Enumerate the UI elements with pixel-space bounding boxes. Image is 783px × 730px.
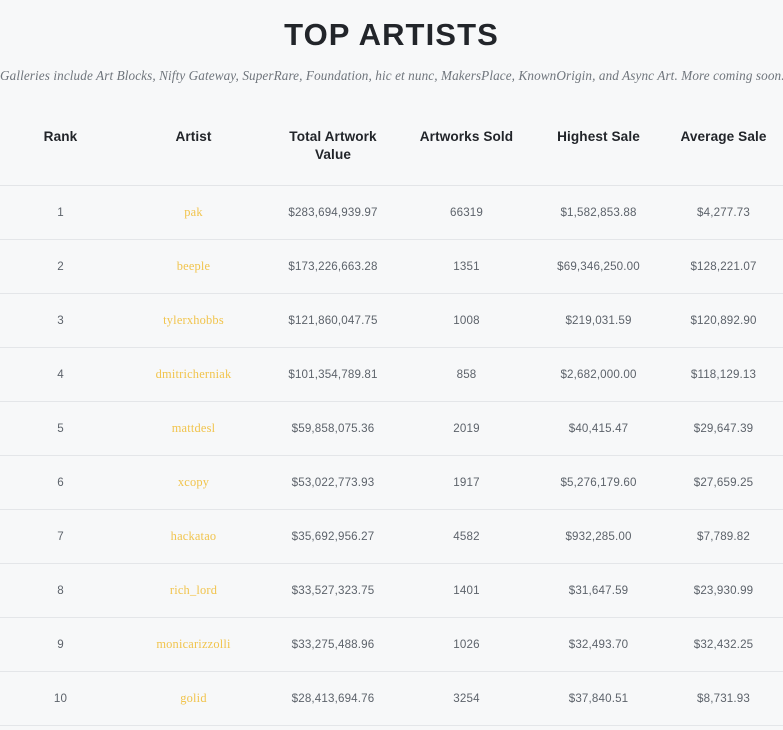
- cell-sold: 1401: [453, 583, 480, 597]
- page-title: TOP ARTISTS: [284, 17, 499, 52]
- table-row[interactable]: 1 pak $283,694,939.97 66319 $1,582,853.88 $4,…: [0, 185, 783, 239]
- cell-average: $120,892.90: [690, 313, 757, 327]
- cell-total: $101,354,789.81: [288, 367, 378, 381]
- cell-total: $33,275,488.96: [291, 637, 375, 651]
- cell-artist: rich_lord: [121, 563, 266, 617]
- cell-highest: $37,840.51: [568, 691, 629, 705]
- cell-average: $32,432.25: [693, 637, 754, 651]
- artist-link[interactable]: beeple: [177, 259, 211, 273]
- cell-rank: 8: [57, 583, 64, 597]
- cell-rank: 3: [57, 313, 64, 327]
- cell-average: $4,277.73: [697, 205, 750, 219]
- cell-artist: mattdesl: [121, 401, 266, 455]
- table-row[interactable]: 3 tylerxhobbs $121,860,047.75 1008 $219,031.…: [0, 293, 783, 347]
- artist-link[interactable]: rich_lord: [170, 583, 217, 597]
- table-body: 1 pak $283,694,939.97 66319 $1,582,853.88 $4,…: [0, 185, 783, 726]
- cell-artist: pak: [121, 185, 266, 239]
- cell-total: $28,413,694.76: [291, 691, 375, 705]
- cell-average: $29,647.39: [693, 421, 754, 435]
- top-artists-table: Rank Artist Total Artwork Value Artworks…: [0, 110, 783, 726]
- artist-link[interactable]: pak: [184, 205, 203, 219]
- cell-rank: 5: [57, 421, 64, 435]
- cell-sold: 2019: [453, 421, 480, 435]
- artist-link[interactable]: xcopy: [178, 475, 209, 489]
- cell-total: $35,692,956.27: [291, 529, 375, 543]
- cell-total: $173,226,663.28: [288, 259, 378, 273]
- cell-highest: $2,682,000.00: [560, 367, 637, 381]
- cell-total: $283,694,939.97: [288, 205, 378, 219]
- column-header-average-sale[interactable]: Average Sale: [664, 110, 783, 185]
- artist-link[interactable]: dmitricherniak: [156, 367, 232, 381]
- cell-highest: $69,346,250.00: [557, 259, 640, 273]
- top-artists-page: TOP ARTISTS Galleries include Art Blocks…: [0, 0, 783, 730]
- cell-highest: $32,493.70: [568, 637, 629, 651]
- table-row[interactable]: 10 golid $28,413,694.76 3254 $37,840.51 $8,73…: [0, 671, 783, 726]
- column-header-rank[interactable]: Rank: [0, 110, 121, 185]
- table-row[interactable]: 7 hackatao $35,692,956.27 4582 $932,285.00 $7…: [0, 509, 783, 563]
- cell-highest: $31,647.59: [568, 583, 629, 597]
- cell-average: $7,789.82: [697, 529, 750, 543]
- cell-total: $59,858,075.36: [291, 421, 375, 435]
- cell-artist: monicarizzolli: [121, 617, 266, 671]
- cell-artist: hackatao: [121, 509, 266, 563]
- cell-artist: xcopy: [121, 455, 266, 509]
- cell-artist: tylerxhobbs: [121, 293, 266, 347]
- cell-artist: beeple: [121, 239, 266, 293]
- artists-table-container: Rank Artist Total Artwork Value Artworks…: [0, 110, 783, 726]
- cell-rank: 1: [57, 205, 64, 219]
- table-row[interactable]: 5 mattdesl $59,858,075.36 2019 $40,415.47 $29…: [0, 401, 783, 455]
- cell-sold: 1351: [453, 259, 480, 273]
- column-header-artist[interactable]: Artist: [121, 110, 266, 185]
- cell-sold: 1026: [453, 637, 480, 651]
- artist-link[interactable]: mattdesl: [172, 421, 216, 435]
- cell-average: $128,221.07: [690, 259, 757, 273]
- cell-rank: 4: [57, 367, 64, 381]
- cell-sold: 858: [456, 367, 477, 381]
- cell-rank: 9: [57, 637, 64, 651]
- cell-highest: $40,415.47: [568, 421, 629, 435]
- table-header: Rank Artist Total Artwork Value Artworks…: [0, 110, 783, 186]
- artist-link[interactable]: golid: [180, 691, 206, 705]
- cell-highest: $1,582,853.88: [560, 205, 637, 219]
- cell-rank: 10: [53, 691, 68, 705]
- cell-sold: 1917: [453, 475, 480, 489]
- cell-average: $27,659.25: [693, 475, 754, 489]
- cell-average: $8,731.93: [697, 691, 750, 705]
- table-row[interactable]: 9 monicarizzolli $33,275,488.96 1026 $32,493…: [0, 617, 783, 671]
- cell-sold: 3254: [453, 691, 480, 705]
- cell-total: $121,860,047.75: [288, 313, 378, 327]
- cell-total: $33,527,323.75: [291, 583, 375, 597]
- cell-artist: golid: [121, 671, 266, 725]
- cell-rank: 2: [57, 259, 64, 273]
- column-header-artworks-sold[interactable]: Artworks Sold: [400, 110, 533, 185]
- cell-sold: 1008: [453, 313, 480, 327]
- cell-highest: $219,031.59: [565, 313, 632, 327]
- table-row[interactable]: 8 rich_lord $33,527,323.75 1401 $31,647.59 $2…: [0, 563, 783, 617]
- column-header-highest-sale[interactable]: Highest Sale: [533, 110, 664, 185]
- cell-rank: 6: [57, 475, 64, 489]
- page-subtitle: Galleries include Art Blocks, Nifty Gate…: [0, 67, 783, 83]
- cell-average: $23,930.99: [693, 583, 754, 597]
- cell-artist: dmitricherniak: [121, 347, 266, 401]
- cell-highest: $932,285.00: [565, 529, 632, 543]
- cell-sold: 4582: [453, 529, 480, 543]
- artist-link[interactable]: tylerxhobbs: [163, 313, 224, 327]
- cell-rank: 7: [57, 529, 64, 543]
- table-row[interactable]: 2 beeple $173,226,663.28 1351 $69,346,250.00…: [0, 239, 783, 293]
- table-row[interactable]: 6 xcopy $53,022,773.93 1917 $5,276,179.60 $27…: [0, 455, 783, 509]
- cell-total: $53,022,773.93: [291, 475, 375, 489]
- artist-link[interactable]: hackatao: [171, 529, 217, 543]
- cell-sold: 66319: [450, 205, 483, 219]
- artist-link[interactable]: monicarizzolli: [156, 637, 230, 651]
- column-header-total-artwork-value[interactable]: Total Artwork Value: [266, 110, 400, 185]
- table-row[interactable]: 4 dmitricherniak $101,354,789.81 858 $2,682,…: [0, 347, 783, 401]
- table-header-row: Rank Artist Total Artwork Value Artworks…: [0, 110, 783, 186]
- cell-average: $118,129.13: [690, 367, 757, 381]
- cell-highest: $5,276,179.60: [560, 475, 637, 489]
